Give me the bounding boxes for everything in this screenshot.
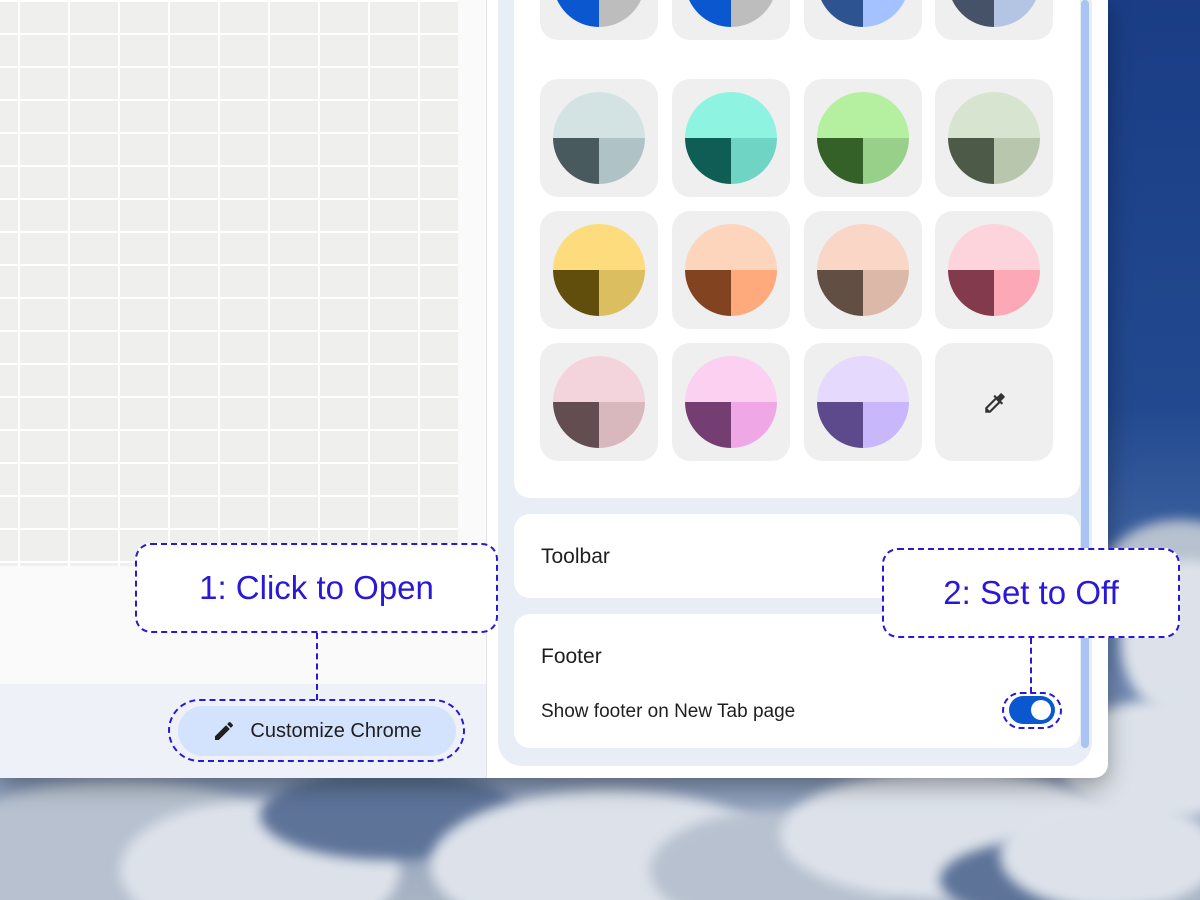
color-swatch[interactable] (935, 0, 1053, 40)
color-swatch-segment (685, 92, 777, 138)
color-swatch-segment (731, 402, 777, 448)
color-swatch-segment (817, 138, 863, 184)
color-picker-card (514, 0, 1080, 498)
color-swatch-segment (817, 224, 909, 270)
color-swatch-circle (817, 92, 909, 184)
color-swatch[interactable] (804, 211, 922, 329)
color-swatch-segment (685, 356, 777, 402)
annotation-step-2-highlight (1002, 692, 1062, 729)
annotation-step-1-highlight (168, 699, 465, 762)
color-swatch-segment (685, 270, 731, 316)
background-grid (0, 0, 458, 566)
color-swatch-segment (553, 356, 645, 402)
color-swatch[interactable] (672, 211, 790, 329)
color-swatch[interactable] (540, 0, 658, 40)
color-swatch-segment (685, 224, 777, 270)
color-swatch-circle (948, 0, 1040, 27)
color-swatch[interactable] (804, 0, 922, 40)
color-swatch-segment (731, 270, 777, 316)
annotation-step-1-connector (316, 633, 318, 700)
color-swatch[interactable] (540, 79, 658, 197)
custom-color-button[interactable] (935, 343, 1053, 461)
color-swatch-segment (553, 402, 599, 448)
color-swatch[interactable] (804, 79, 922, 197)
footer-toggle-label: Show footer on New Tab page (541, 701, 796, 722)
color-swatch-circle (685, 356, 777, 448)
color-swatch-segment (994, 270, 1040, 316)
color-swatch-circle (685, 0, 777, 27)
color-swatch-circle (948, 92, 1040, 184)
annotation-step-1: 1: Click to Open (135, 543, 498, 633)
color-swatch-segment (863, 270, 909, 316)
color-swatch-segment (863, 402, 909, 448)
color-swatch[interactable] (540, 343, 658, 461)
color-swatch[interactable] (804, 343, 922, 461)
color-swatch-segment (817, 92, 909, 138)
footer-title: Footer (541, 645, 602, 668)
color-swatch-segment (817, 0, 863, 27)
color-swatch-segment (817, 270, 863, 316)
eyedropper-icon (985, 393, 1005, 413)
color-swatch[interactable] (672, 0, 790, 40)
color-swatch-circle (553, 224, 645, 316)
color-swatch-circle (685, 92, 777, 184)
color-swatch-circle (553, 356, 645, 448)
color-swatch-segment (994, 138, 1040, 184)
color-swatch-segment (599, 138, 645, 184)
color-swatch-segment (599, 402, 645, 448)
color-swatch-segment (685, 0, 731, 27)
color-swatch-circle (817, 0, 909, 27)
color-swatch[interactable] (540, 211, 658, 329)
color-swatch-segment (685, 402, 731, 448)
color-swatch-segment (948, 224, 1040, 270)
color-swatch[interactable] (672, 79, 790, 197)
color-swatch-circle (817, 224, 909, 316)
color-swatch-segment (731, 0, 777, 27)
color-swatch-segment (553, 92, 645, 138)
color-swatch[interactable] (935, 79, 1053, 197)
color-swatch-circle (817, 356, 909, 448)
color-swatch-segment (599, 270, 645, 316)
toolbar-title: Toolbar (541, 545, 610, 568)
color-swatch-circle (685, 224, 777, 316)
color-swatch-segment (948, 0, 994, 27)
color-swatch-segment (553, 224, 645, 270)
color-swatch-segment (863, 138, 909, 184)
color-swatch-segment (817, 402, 863, 448)
color-swatch[interactable] (935, 211, 1053, 329)
color-swatch-segment (553, 270, 599, 316)
color-swatch-circle (553, 0, 645, 27)
color-swatch-segment (948, 138, 994, 184)
color-swatch[interactable] (672, 343, 790, 461)
color-swatch-circle (948, 224, 1040, 316)
color-swatch-segment (948, 270, 994, 316)
color-swatch-segment (685, 138, 731, 184)
color-swatch-segment (863, 0, 909, 27)
color-swatch-segment (731, 138, 777, 184)
color-swatch-segment (994, 0, 1040, 27)
color-swatch-segment (817, 356, 909, 402)
color-swatch-segment (599, 0, 645, 27)
color-swatch-segment (553, 0, 599, 27)
new-tab-page (0, 0, 487, 778)
color-swatch-circle (553, 92, 645, 184)
annotation-step-1-text: 1: Click to Open (199, 569, 434, 606)
color-swatch-segment (553, 138, 599, 184)
annotation-step-2-connector (1030, 638, 1032, 693)
color-swatch-segment (948, 92, 1040, 138)
annotation-step-2-text: 2: Set to Off (943, 574, 1119, 611)
annotation-step-2: 2: Set to Off (882, 548, 1180, 638)
